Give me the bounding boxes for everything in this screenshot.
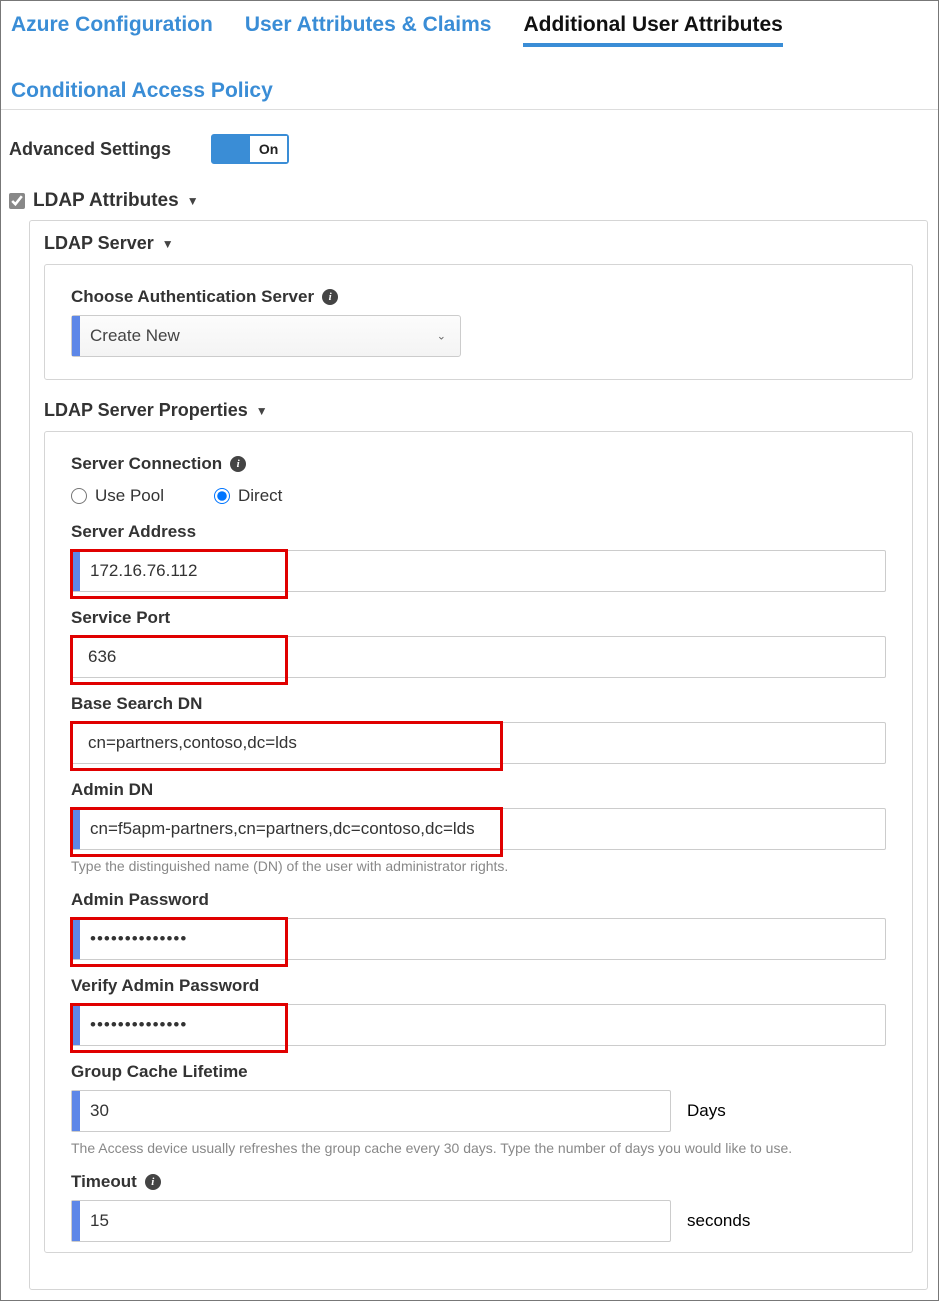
- ldap-attributes-panel: LDAP Server ▼ Choose Authentication Serv…: [29, 220, 928, 1290]
- chevron-down-icon: ▼: [162, 237, 174, 251]
- required-accent: [72, 551, 80, 591]
- ldap-attributes-header[interactable]: LDAP Attributes ▼: [1, 176, 938, 220]
- ldap-server-panel: Choose Authentication Server i Create Ne…: [44, 264, 913, 380]
- toggle-knob: On: [250, 136, 287, 162]
- group-cache-lifetime-unit: Days: [687, 1101, 726, 1121]
- admin-password-value: ••••••••••••••: [80, 929, 187, 949]
- tab-azure-configuration[interactable]: Azure Configuration: [11, 13, 213, 47]
- server-connection-label: Server Connection i: [71, 454, 886, 474]
- verify-admin-password-value: ••••••••••••••: [80, 1015, 187, 1035]
- server-address-input[interactable]: 172.16.76.112: [71, 550, 886, 592]
- choose-auth-server-label: Choose Authentication Server i: [71, 287, 886, 307]
- server-address-value: 172.16.76.112: [80, 561, 197, 581]
- group-cache-lifetime-value: 30: [80, 1101, 109, 1121]
- use-pool-label: Use Pool: [95, 486, 164, 506]
- chevron-down-icon: ▼: [187, 194, 199, 208]
- advanced-settings-label: Advanced Settings: [9, 139, 171, 160]
- admin-dn-label: Admin DN: [71, 780, 886, 800]
- timeout-input[interactable]: 15: [71, 1200, 671, 1242]
- group-cache-lifetime-hint: The Access device usually refreshes the …: [71, 1140, 886, 1156]
- service-port-value: 636: [72, 647, 116, 667]
- choose-auth-server-value: Create New: [90, 326, 180, 346]
- base-search-dn-input[interactable]: cn=partners,contoso,dc=lds: [71, 722, 886, 764]
- service-port-label: Service Port: [71, 608, 886, 628]
- required-accent: [72, 1201, 80, 1241]
- info-icon[interactable]: i: [322, 289, 338, 305]
- group-cache-lifetime-label: Group Cache Lifetime: [71, 1062, 886, 1082]
- timeout-label: Timeout i: [71, 1172, 886, 1192]
- base-search-dn-label: Base Search DN: [71, 694, 886, 714]
- chevron-down-icon: ⌄: [437, 330, 446, 343]
- ldap-attributes-checkbox[interactable]: [9, 193, 25, 209]
- info-icon[interactable]: i: [230, 456, 246, 472]
- tab-user-attributes-claims[interactable]: User Attributes & Claims: [245, 13, 492, 47]
- ldap-server-properties-title: LDAP Server Properties: [44, 400, 248, 421]
- ldap-server-title: LDAP Server: [44, 233, 154, 254]
- ldap-server-properties-panel: Server Connection i Use Pool Direct Serv…: [44, 431, 913, 1253]
- required-accent: [72, 1005, 80, 1045]
- verify-admin-password-label: Verify Admin Password: [71, 976, 886, 996]
- chevron-down-icon: ▼: [256, 404, 268, 418]
- tab-additional-user-attributes[interactable]: Additional User Attributes: [523, 13, 782, 47]
- server-connection-use-pool[interactable]: Use Pool: [71, 486, 164, 506]
- admin-dn-hint: Type the distinguished name (DN) of the …: [71, 858, 886, 874]
- direct-label: Direct: [238, 486, 282, 506]
- required-accent: [72, 919, 80, 959]
- verify-admin-password-input[interactable]: ••••••••••••••: [71, 1004, 886, 1046]
- radio-direct[interactable]: [214, 488, 230, 504]
- info-icon[interactable]: i: [145, 1174, 161, 1190]
- group-cache-lifetime-input[interactable]: 30: [71, 1090, 671, 1132]
- required-accent: [72, 316, 80, 356]
- tab-conditional-access-policy[interactable]: Conditional Access Policy: [11, 79, 273, 109]
- base-search-dn-value: cn=partners,contoso,dc=lds: [72, 733, 297, 753]
- advanced-settings-toggle[interactable]: On: [211, 134, 289, 164]
- ldap-server-header[interactable]: LDAP Server ▼: [44, 233, 927, 264]
- required-accent: [72, 1091, 80, 1131]
- required-accent: [72, 809, 80, 849]
- ldap-attributes-label: LDAP Attributes: [33, 190, 179, 212]
- tab-bar: Azure Configuration User Attributes & Cl…: [1, 1, 938, 110]
- server-connection-direct[interactable]: Direct: [214, 486, 282, 506]
- choose-auth-server-select[interactable]: Create New ⌄: [71, 315, 461, 357]
- admin-password-input[interactable]: ••••••••••••••: [71, 918, 886, 960]
- admin-password-label: Admin Password: [71, 890, 886, 910]
- server-address-label: Server Address: [71, 522, 886, 542]
- ldap-server-properties-header[interactable]: LDAP Server Properties ▼: [44, 400, 927, 431]
- admin-dn-value: cn=f5apm-partners,cn=partners,dc=contoso…: [80, 819, 475, 839]
- service-port-input[interactable]: 636: [71, 636, 886, 678]
- timeout-value: 15: [80, 1211, 109, 1231]
- radio-use-pool[interactable]: [71, 488, 87, 504]
- admin-dn-input[interactable]: cn=f5apm-partners,cn=partners,dc=contoso…: [71, 808, 886, 850]
- timeout-unit: seconds: [687, 1211, 750, 1231]
